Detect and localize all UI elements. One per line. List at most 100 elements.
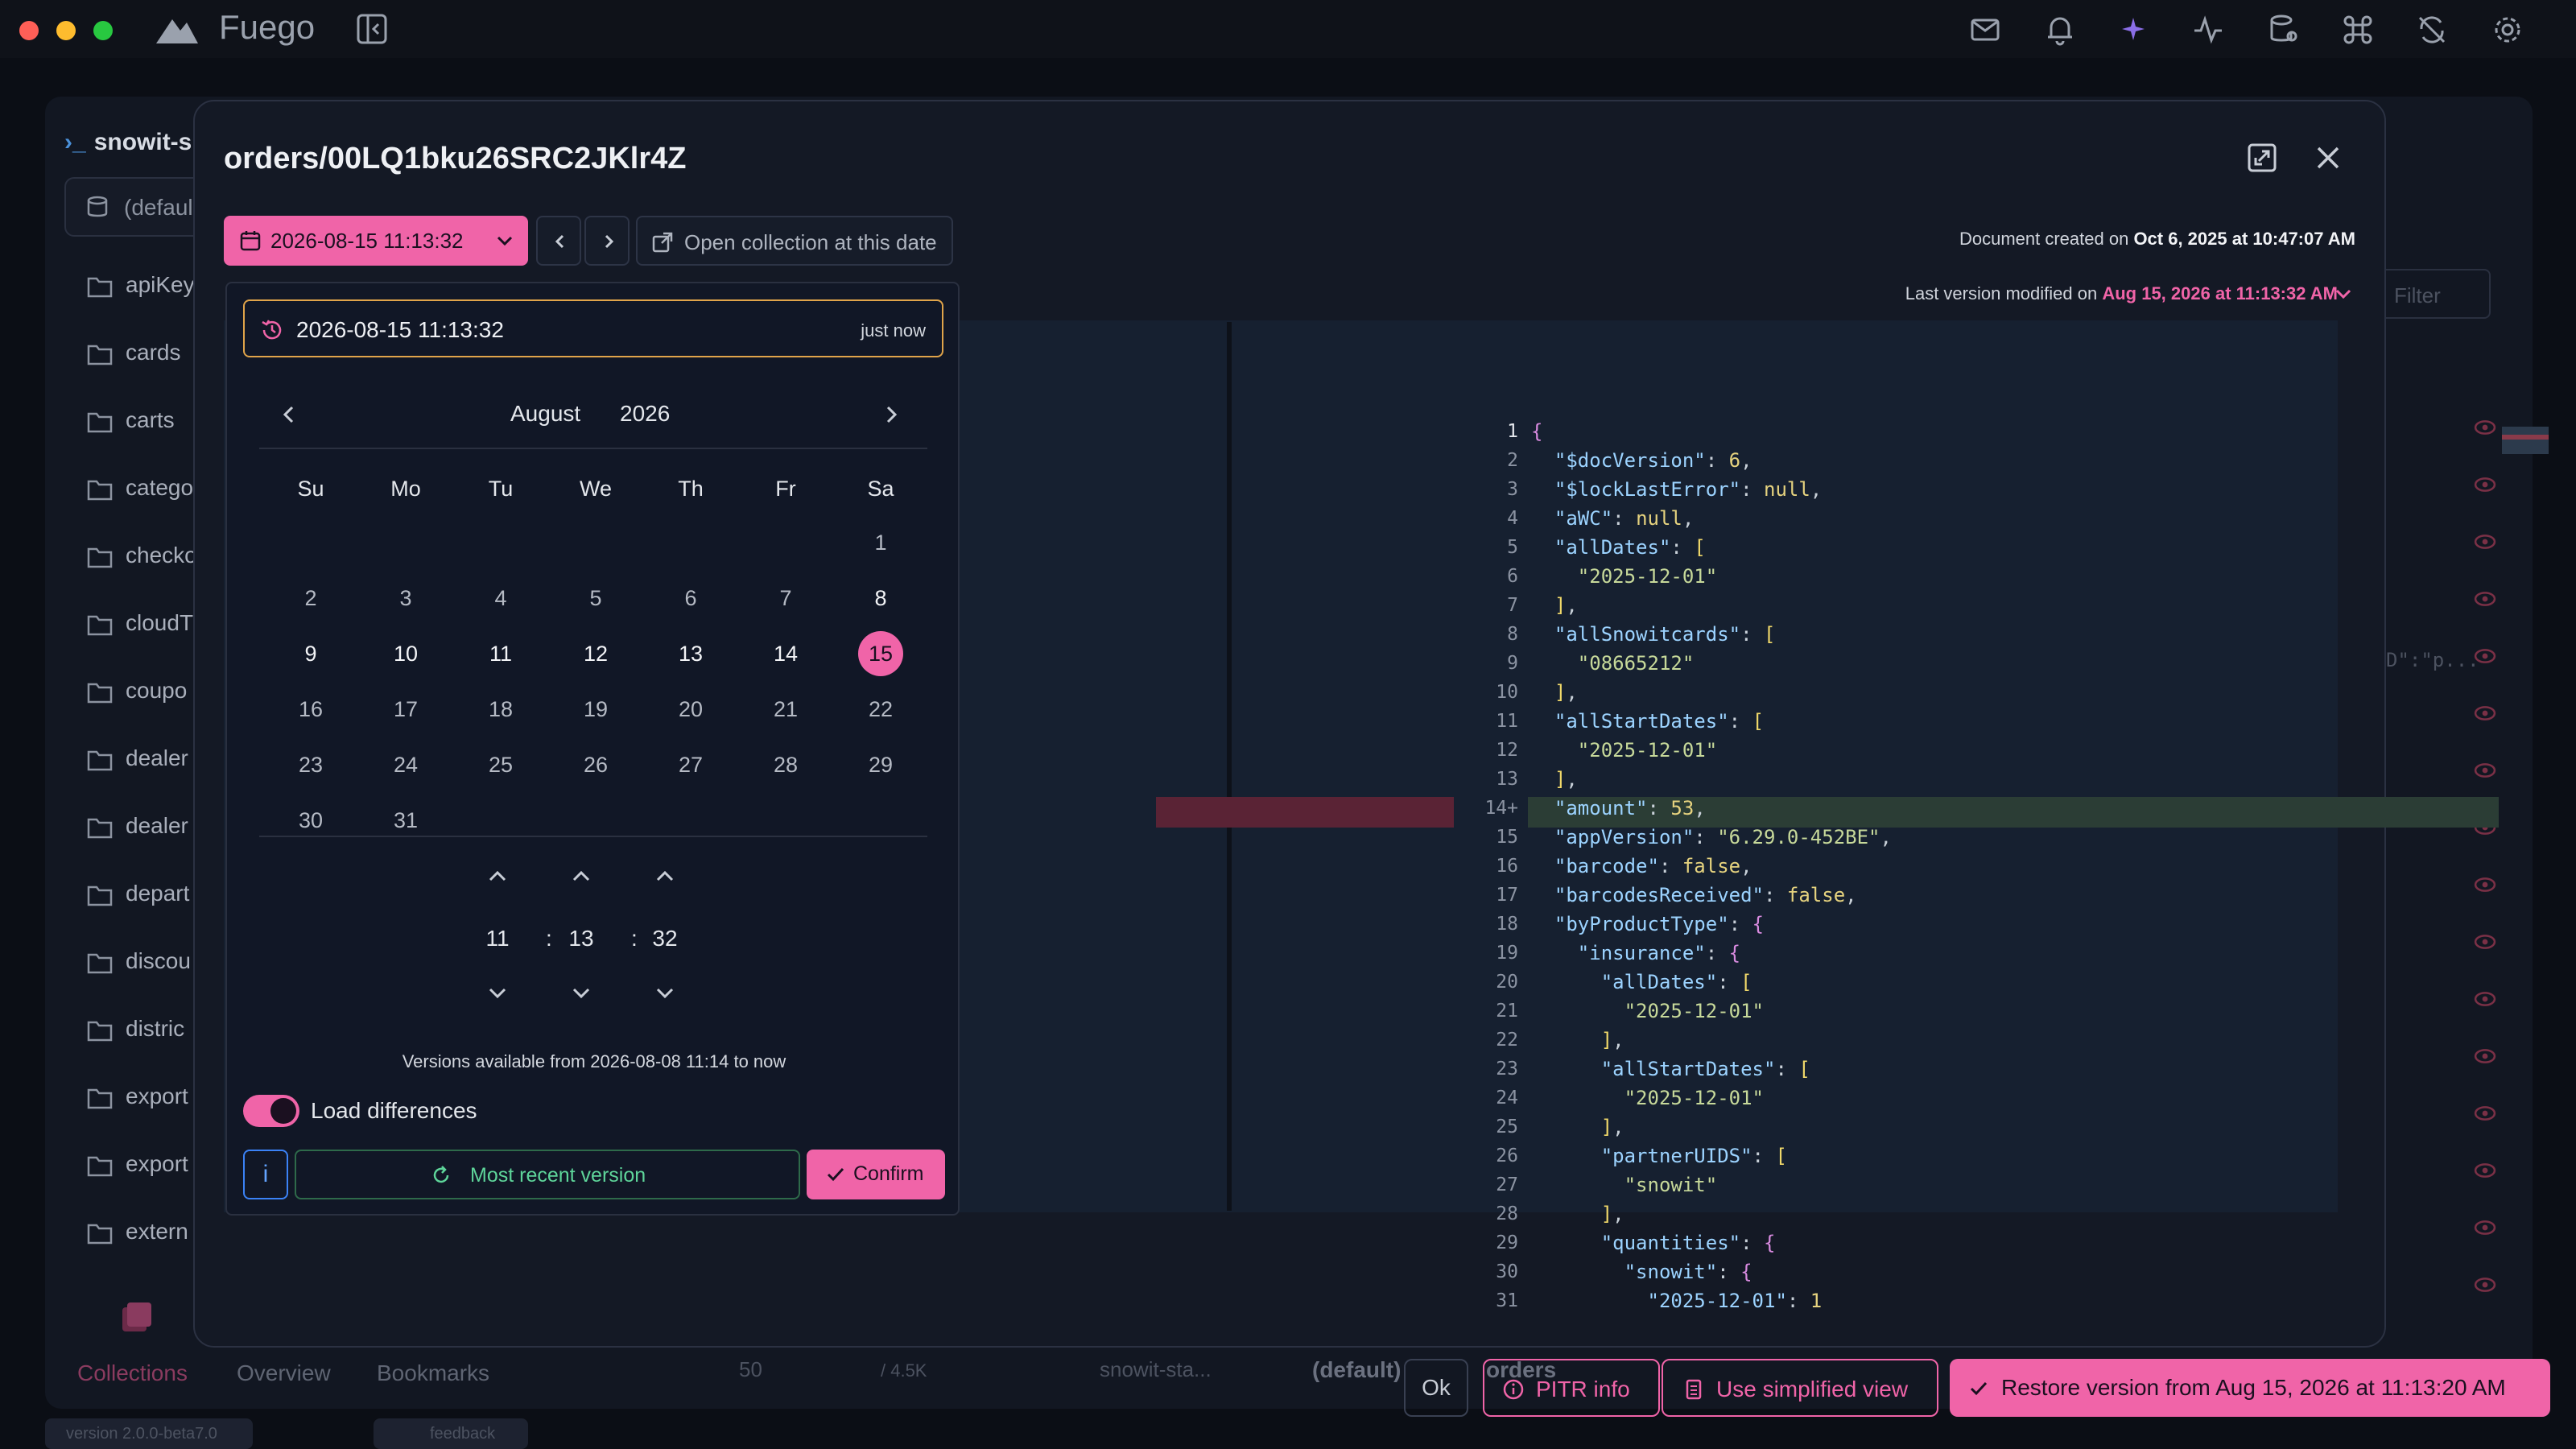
- calendar-day[interactable]: 29: [833, 742, 928, 787]
- restore-version-button[interactable]: Restore version from Aug 15, 2026 at 11:…: [1950, 1359, 2550, 1417]
- sidebar-toggle-icon[interactable]: [356, 13, 388, 45]
- code-line: "amount": 53,: [1554, 797, 1706, 819]
- calendar-day[interactable]: 1: [833, 520, 928, 565]
- minimap[interactable]: [2502, 427, 2549, 454]
- pitr-info-button[interactable]: PITR info: [1483, 1359, 1660, 1417]
- calendar-day[interactable]: 27: [643, 742, 738, 787]
- confirm-button[interactable]: Confirm: [807, 1150, 945, 1199]
- calendar-day[interactable]: 16: [263, 687, 358, 732]
- code-line: "insurance": {: [1577, 942, 1741, 964]
- maximize-window-button[interactable]: [93, 21, 113, 40]
- hour-down-button[interactable]: [484, 979, 511, 1006]
- tab-collections[interactable]: Collections: [77, 1360, 188, 1386]
- simplified-view-label: Use simplified view: [1716, 1377, 1909, 1402]
- mail-check-icon[interactable]: [1969, 13, 2003, 47]
- calendar-day[interactable]: 3: [358, 576, 453, 621]
- activity-icon[interactable]: [2191, 13, 2225, 47]
- collection-label: checko: [126, 543, 197, 568]
- code-line: ],: [1600, 1029, 1624, 1051]
- chevron-down-icon[interactable]: [2333, 283, 2354, 304]
- minimize-window-button[interactable]: [56, 21, 76, 40]
- info-button[interactable]: i: [243, 1150, 288, 1199]
- code-line: "appVersion": "6.29.0-452BE",: [1554, 826, 1892, 848]
- year-label[interactable]: 2026: [620, 401, 670, 427]
- previous-month-button[interactable]: [275, 401, 303, 428]
- bell-icon[interactable]: [2043, 13, 2077, 47]
- second-down-button[interactable]: [651, 979, 679, 1006]
- close-icon[interactable]: [2312, 142, 2344, 174]
- close-window-button[interactable]: [19, 21, 39, 40]
- hour-up-button[interactable]: [484, 863, 511, 890]
- load-differences-toggle[interactable]: [243, 1095, 299, 1127]
- line-number: 5: [1507, 537, 1518, 558]
- calendar-day[interactable]: 13: [643, 631, 738, 676]
- line-number: 6: [1507, 566, 1518, 587]
- calendar-day[interactable]: 17: [358, 687, 453, 732]
- line-number: 31: [1496, 1290, 1518, 1311]
- collection-label: dealer: [126, 813, 188, 838]
- simplified-view-button[interactable]: Use simplified view: [1662, 1359, 1938, 1417]
- weekday-header: Fr: [775, 477, 796, 501]
- calendar-day[interactable]: 10: [358, 631, 453, 676]
- calendar-day[interactable]: 25: [453, 742, 548, 787]
- calendar-day[interactable]: 22: [833, 687, 928, 732]
- calendar-day[interactable]: 23: [263, 742, 358, 787]
- most-recent-version-button[interactable]: Most recent version: [295, 1150, 800, 1199]
- calendar-day[interactable]: 7: [738, 576, 833, 621]
- code-line: "quantities": {: [1600, 1232, 1776, 1254]
- breadcrumb-project[interactable]: snowit-sta...: [1100, 1357, 1212, 1382]
- calendar-day[interactable]: 11: [453, 631, 548, 676]
- calendar-day[interactable]: 18: [453, 687, 548, 732]
- command-icon[interactable]: [2341, 13, 2375, 47]
- last-modified-info[interactable]: Last version modified on Aug 15, 2026 at…: [1905, 283, 2338, 304]
- sync-off-icon[interactable]: [2415, 13, 2449, 47]
- calendar-day[interactable]: 9: [263, 631, 358, 676]
- filter-button[interactable]: Filter: [2372, 269, 2491, 319]
- minute-up-button[interactable]: [568, 863, 595, 890]
- calendar-day[interactable]: 12: [548, 631, 643, 676]
- next-month-button[interactable]: [877, 401, 905, 428]
- line-number: 3: [1507, 479, 1518, 500]
- calendar-day[interactable]: 28: [738, 742, 833, 787]
- database-search-icon[interactable]: [2267, 13, 2301, 47]
- calendar-day[interactable]: 8: [833, 576, 928, 621]
- line-number: 25: [1496, 1117, 1518, 1137]
- line-number: 20: [1496, 972, 1518, 993]
- tab-bookmarks[interactable]: Bookmarks: [377, 1360, 489, 1386]
- calendar-day-selected[interactable]: 15: [833, 631, 928, 676]
- sparkles-icon[interactable]: [2117, 13, 2151, 47]
- next-version-button[interactable]: [584, 216, 630, 266]
- open-collection-button[interactable]: Open collection at this date: [636, 216, 953, 266]
- second-up-button[interactable]: [651, 863, 679, 890]
- diff-divider[interactable]: [1227, 322, 1232, 1211]
- folder-icon: [87, 615, 113, 636]
- expand-icon[interactable]: [2246, 142, 2278, 174]
- calendar-day[interactable]: 6: [643, 576, 738, 621]
- calendar-day[interactable]: 19: [548, 687, 643, 732]
- minutes-value[interactable]: 13: [557, 926, 605, 952]
- datetime-input[interactable]: 2026-08-15 11:13:32 just now: [243, 299, 943, 357]
- calendar-day[interactable]: 14: [738, 631, 833, 676]
- calendar-day[interactable]: 24: [358, 742, 453, 787]
- calendar-day[interactable]: 21: [738, 687, 833, 732]
- calendar-day[interactable]: 26: [548, 742, 643, 787]
- breadcrumb-database[interactable]: (default): [1312, 1357, 1401, 1383]
- pitr-info-label: PITR info: [1536, 1377, 1630, 1402]
- feedback-button[interactable]: feedback: [374, 1418, 528, 1449]
- hours-value[interactable]: 11: [473, 926, 522, 952]
- previous-version-button[interactable]: [536, 216, 581, 266]
- calendar-day[interactable]: 20: [643, 687, 738, 732]
- calendar-day[interactable]: 2: [263, 576, 358, 621]
- gear-icon[interactable]: [2491, 13, 2524, 47]
- calendar-day[interactable]: 5: [548, 576, 643, 621]
- line-number: 10: [1496, 682, 1518, 703]
- datetime-picker-button[interactable]: 2026-08-15 11:13:32: [224, 216, 528, 266]
- seconds-value[interactable]: 32: [641, 926, 689, 952]
- minute-down-button[interactable]: [568, 979, 595, 1006]
- code-content[interactable]: { "$docVersion": 6, "$lockLastError": nu…: [1531, 417, 2497, 1315]
- tab-overview[interactable]: Overview: [237, 1360, 331, 1386]
- calendar-day[interactable]: 4: [453, 576, 548, 621]
- ok-button[interactable]: Ok: [1404, 1359, 1468, 1417]
- page-size-select[interactable]: 50: [739, 1357, 762, 1382]
- month-label[interactable]: August: [510, 401, 580, 427]
